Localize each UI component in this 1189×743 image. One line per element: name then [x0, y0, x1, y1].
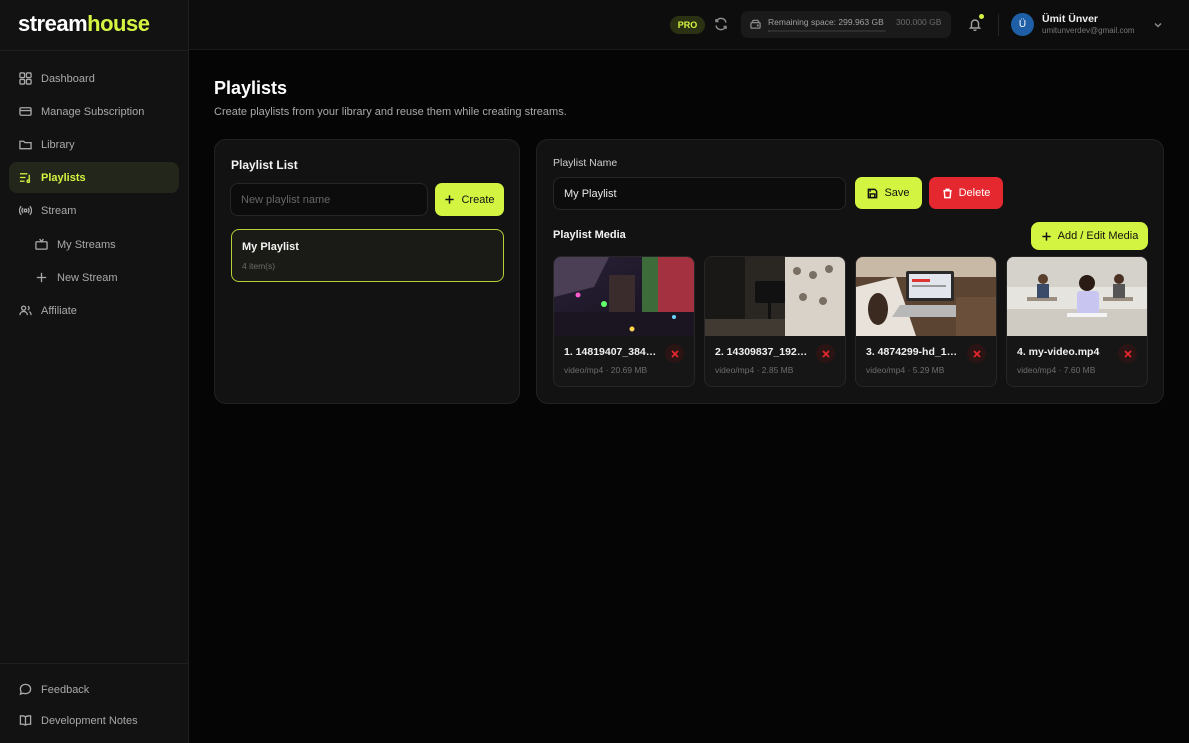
top-bar: PRO Remaining space: 299.963 GB 300.000 … — [189, 0, 1189, 50]
top-bar-divider — [998, 14, 999, 36]
sidebar-item-library[interactable]: Library — [9, 129, 179, 160]
sidebar-item-dashboard[interactable]: Dashboard — [9, 63, 179, 94]
storage-progress-bar — [768, 30, 886, 32]
save-button-label: Save — [884, 187, 910, 199]
refresh-icon[interactable] — [714, 17, 728, 31]
chevron-down-icon[interactable] — [1153, 19, 1163, 29]
storage-progress-fill — [768, 30, 771, 32]
video-thumbnail — [1007, 257, 1147, 336]
close-icon — [1123, 349, 1132, 358]
media-card[interactable]: 2. 14309837_1920_1080_30fps.mp4 video/mp… — [704, 256, 846, 387]
bell-icon[interactable] — [968, 17, 982, 32]
sidebar-item-label: New Stream — [57, 271, 118, 284]
folder-icon — [19, 138, 32, 151]
sidebar-item-label: Dashboard — [41, 72, 95, 85]
sidebar-item-affiliate[interactable]: Affiliate — [9, 295, 179, 326]
plus-icon — [35, 271, 48, 284]
playlist-media-title: Playlist Media — [553, 229, 626, 241]
media-title: 3. 4874299-hd_1920_1080_25fps.mp4 — [866, 346, 962, 358]
media-meta: video/mp4 · 5.29 MB — [866, 365, 945, 375]
playlist-list-title: Playlist List — [231, 158, 298, 172]
total-space-label: 300.000 GB — [896, 17, 942, 27]
media-title: 4. my-video.mp4 — [1017, 346, 1100, 358]
plus-icon — [445, 195, 455, 204]
page-subtitle: Create playlists from your library and r… — [214, 106, 567, 118]
playlist-item-count: 4 item(s) — [242, 261, 276, 271]
grid-icon — [19, 72, 32, 85]
app-logo[interactable]: streamhouse — [18, 11, 150, 37]
playlist-item-name: My Playlist — [242, 241, 299, 253]
remove-media-button[interactable] — [665, 344, 684, 363]
close-icon — [670, 349, 679, 358]
card-icon — [19, 105, 32, 118]
sidebar-item-manage-subscription[interactable]: Manage Subscription — [9, 96, 179, 127]
sidebar-divider — [0, 663, 189, 664]
trash-icon — [942, 188, 952, 198]
media-title: 2. 14309837_1920_1080_30fps.mp4 — [715, 346, 811, 358]
page-title: Playlists — [214, 78, 288, 98]
close-icon — [821, 349, 830, 358]
video-thumbnail — [705, 257, 845, 336]
plan-badge: PRO — [670, 16, 705, 34]
sidebar-item-label: Manage Subscription — [41, 105, 145, 118]
add-edit-media-button[interactable]: Add / Edit Media — [1031, 222, 1148, 250]
book-icon — [19, 714, 32, 727]
sidebar-divider — [0, 50, 189, 51]
video-thumbnail — [554, 257, 694, 336]
sidebar-item-label: Development Notes — [41, 714, 138, 727]
sidebar-item-label: Feedback — [41, 683, 90, 696]
close-icon — [972, 349, 981, 358]
media-meta: video/mp4 · 7.60 MB — [1017, 365, 1096, 375]
playlist-name-field[interactable] — [553, 177, 846, 210]
delete-button[interactable]: Delete — [929, 177, 1003, 209]
playlist-list-item[interactable]: My Playlist 4 item(s) — [231, 229, 504, 282]
plus-icon — [1042, 231, 1051, 241]
sidebar-item-stream[interactable]: Stream — [9, 195, 179, 226]
sidebar-item-label: Playlists — [41, 171, 86, 184]
sidebar-item-new-stream[interactable]: New Stream — [25, 262, 179, 293]
sidebar-item-label: My Streams — [57, 238, 116, 251]
sidebar-item-feedback[interactable]: Feedback — [9, 674, 179, 705]
playlist-editor-card: Playlist Name Save Delete Playlist Media… — [536, 139, 1164, 404]
create-button-label: Create — [461, 193, 495, 206]
chat-bubble-icon — [19, 683, 32, 696]
sidebar-item-my-streams[interactable]: My Streams — [25, 229, 179, 260]
sidebar-item-label: Stream — [41, 204, 77, 217]
remaining-space-label: Remaining space: 299.963 GB — [768, 17, 884, 27]
playlist-icon — [19, 171, 32, 184]
save-button[interactable]: Save — [855, 177, 922, 209]
users-icon — [19, 304, 32, 317]
user-email: umitunverdev@gmail.com — [1042, 26, 1135, 35]
video-thumbnail — [856, 257, 996, 336]
media-card[interactable]: 3. 4874299-hd_1920_1080_25fps.mp4 video/… — [855, 256, 997, 387]
playlist-list-card: Playlist List Create My Playlist 4 item(… — [214, 139, 520, 404]
remove-media-button[interactable] — [816, 344, 835, 363]
new-playlist-input[interactable] — [230, 183, 428, 216]
sidebar-item-label: Library — [41, 138, 75, 151]
user-name[interactable]: Ümit Ünver — [1042, 13, 1098, 25]
sidebar-item-development-notes[interactable]: Development Notes — [9, 705, 179, 736]
storage-indicator: Remaining space: 299.963 GB 300.000 GB — [741, 11, 951, 38]
media-card[interactable]: 1. 14819407_3840_2160_30fps.mp4 video/mp… — [553, 256, 695, 387]
sidebar: streamhouse Dashboard Manage Subscriptio… — [0, 0, 189, 743]
hard-drive-icon — [750, 19, 761, 30]
media-card[interactable]: 4. my-video.mp4 video/mp4 · 7.60 MB — [1006, 256, 1148, 387]
media-meta: video/mp4 · 2.85 MB — [715, 365, 794, 375]
broadcast-icon — [19, 204, 32, 217]
sidebar-item-playlists[interactable]: Playlists — [9, 162, 179, 193]
remove-media-button[interactable] — [967, 344, 986, 363]
avatar[interactable]: Ü — [1011, 13, 1034, 36]
add-edit-media-label: Add / Edit Media — [1057, 230, 1139, 242]
save-icon — [868, 188, 878, 198]
notification-dot — [979, 14, 984, 19]
create-playlist-button[interactable]: Create — [435, 183, 504, 216]
delete-button-label: Delete — [958, 187, 991, 199]
remove-media-button[interactable] — [1118, 344, 1137, 363]
media-title: 1. 14819407_3840_2160_30fps.mp4 — [564, 346, 660, 358]
tv-icon — [35, 238, 48, 251]
sidebar-item-label: Affiliate — [41, 304, 77, 317]
media-meta: video/mp4 · 20.69 MB — [564, 365, 648, 375]
playlist-name-label: Playlist Name — [553, 157, 618, 169]
